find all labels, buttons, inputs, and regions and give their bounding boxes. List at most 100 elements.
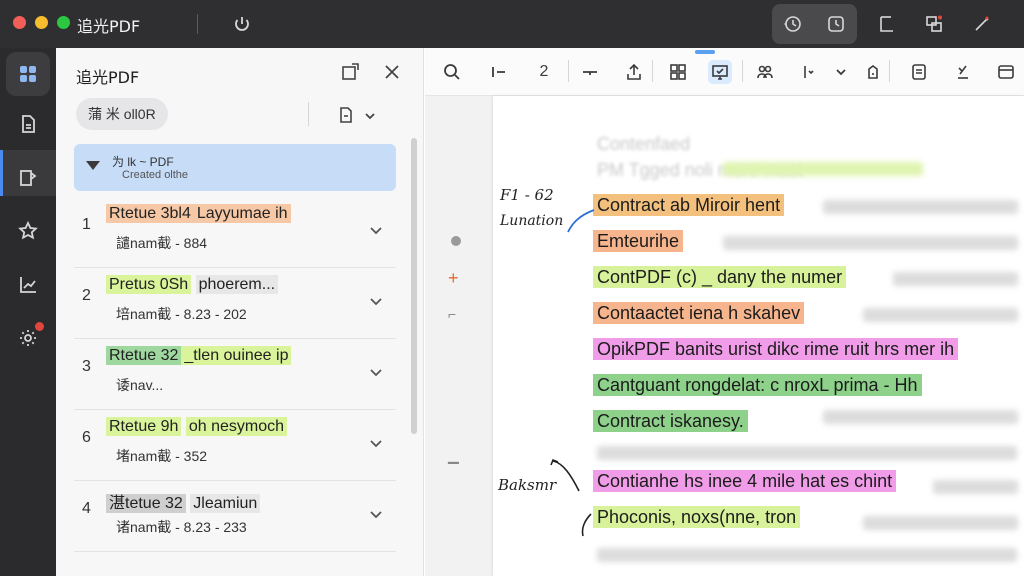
sidebar-divider (308, 102, 309, 126)
list-item[interactable]: 4 湛tetue 32 Jleamiun 诸nam截 - 8.23 - 233 (74, 482, 396, 552)
blur-text (893, 272, 1018, 286)
new-window-icon[interactable] (338, 60, 362, 84)
settings-tool-icon[interactable] (970, 12, 994, 36)
blur-text (723, 236, 1018, 250)
zoom-window-button[interactable] (57, 16, 70, 29)
blur-text (863, 308, 1018, 322)
history-icon[interactable] (781, 12, 805, 36)
close-window-button[interactable] (13, 16, 26, 29)
star-icon[interactable] (6, 209, 50, 253)
handwritten-annotation: F1 - 62 (500, 186, 554, 204)
row-number: 1 (82, 216, 91, 233)
blur-text (863, 516, 1018, 530)
doc-line: Contract iskanesy. (593, 409, 748, 433)
outline-subtitle: Created olthe (122, 169, 189, 181)
toolbar-divider (742, 60, 743, 82)
doc-line: Emteurihe (593, 229, 684, 253)
activity-rail (0, 48, 56, 576)
pdf-page[interactable]: Contenfaed PM Tgged noli more mast Contr… (493, 96, 1024, 576)
power-icon[interactable] (230, 12, 254, 36)
list-item[interactable]: 3 Rtetue 32 _tlen ouinee ip 诿nav... (74, 340, 396, 410)
rail-selection-bar (0, 150, 3, 196)
row-title: 湛tetue 32 Jleamiun (106, 489, 261, 513)
zoom-out-icon[interactable] (578, 60, 602, 84)
active-tool-indicator (695, 50, 715, 54)
notification-badge (35, 322, 44, 331)
app-title: 追光PDF (77, 17, 141, 36)
clock-icon[interactable] (824, 12, 848, 36)
sidebar-scrollbar[interactable] (411, 138, 417, 434)
document-toolbar: 2 (425, 48, 1024, 96)
close-icon[interactable] (380, 60, 404, 84)
row-meta: 培nam截 - 8.23 - 202 (116, 306, 247, 322)
page-number[interactable]: 2 (532, 60, 556, 84)
note-icon[interactable] (907, 60, 931, 84)
bookmark-icon[interactable] (6, 156, 50, 200)
title-bar: 追光PDF (0, 0, 1024, 48)
blur-text (597, 446, 1017, 460)
blur-text (933, 480, 1018, 494)
doc-line: Contract ab Miroir hent (593, 193, 785, 217)
dot-icon (451, 236, 461, 246)
outline-header[interactable]: 为 lk ~ PDF Created olthe (74, 144, 396, 191)
apps-icon[interactable] (6, 52, 50, 96)
filter-chip[interactable]: 蒲 米 oll0R (76, 98, 168, 130)
chevron-down-icon[interactable] (366, 504, 386, 524)
blur-text (823, 410, 1018, 424)
settings-icon[interactable] (6, 316, 50, 360)
row-title: Rtetue 9h oh nesymoch (106, 417, 288, 436)
doc-line: Contianhe hs inee 4 mile hat es chint (593, 469, 897, 493)
blur-text (597, 548, 1017, 562)
pen-arrow-icon (550, 458, 580, 492)
chevron-down-icon[interactable] (366, 220, 386, 240)
chevron-down-icon[interactable] (829, 60, 853, 84)
chevron-down-icon[interactable] (366, 433, 386, 453)
search-icon[interactable] (440, 60, 464, 84)
sign-icon[interactable] (951, 60, 975, 84)
row-number: 4 (82, 500, 91, 517)
list-item[interactable]: 6 Rtetue 9h oh nesymoch 堵nam截 - 352 (74, 411, 396, 481)
file-filter-icon[interactable] (334, 103, 358, 127)
toolbar-divider (889, 60, 890, 82)
doc-line: OpikPDF banits urist dikc rime ruit hrs … (593, 337, 959, 361)
chevron-down-icon[interactable] (366, 291, 386, 311)
minimize-window-button[interactable] (35, 16, 48, 29)
row-meta: 诸nam截 - 8.23 - 233 (116, 519, 247, 535)
doc-line: ContPDF (c) _ dany the numer (593, 265, 847, 289)
chevron-down-icon[interactable] (358, 104, 382, 128)
crop-icon[interactable] (875, 12, 899, 36)
users-icon[interactable] (753, 60, 777, 84)
doc-line: Phoconis, noxs(nne, tron (593, 505, 801, 529)
blur-text (823, 200, 1018, 214)
doc-line: Contaactet iena h skahev (593, 301, 805, 325)
toolbar-divider (652, 60, 653, 82)
outline-title: 为 lk ~ PDF (112, 155, 174, 169)
pen-hook-icon (581, 513, 592, 537)
grid-icon[interactable] (666, 60, 690, 84)
plus-icon[interactable]: + (448, 268, 459, 289)
chevron-down-icon[interactable] (366, 362, 386, 382)
sidebar-panel: 追光PDF 蒲 米 oll0R 为 lk ~ PDF Created olthe… (56, 48, 424, 576)
layout-icon[interactable] (922, 12, 946, 36)
doc-line: Cantguant rongdelat: c nroxL prima - Hh (593, 373, 922, 397)
arrow-icon[interactable]: ⌐ (448, 306, 456, 322)
collapse-triangle-icon[interactable] (86, 161, 100, 170)
chart-icon[interactable] (6, 263, 50, 307)
titlebar-divider (197, 14, 198, 34)
share-icon[interactable] (622, 60, 646, 84)
collapse-icon[interactable]: ▔ (448, 462, 459, 479)
stamp-icon[interactable] (861, 60, 885, 84)
document-icon[interactable] (6, 102, 50, 146)
panel-icon[interactable] (994, 60, 1018, 84)
text-cursor-icon[interactable] (797, 60, 821, 84)
list-item[interactable]: 1 Rtetue 3bl4 Layyumae ih 譴nam截 - 884 (74, 198, 396, 268)
row-meta: 譴nam截 - 884 (116, 235, 208, 251)
annotate-icon[interactable] (708, 60, 732, 84)
row-title: Rtetue 3bl4 Layyumae ih (106, 204, 291, 223)
row-number: 3 (82, 358, 91, 375)
row-title: Pretus 0Sh phoerem... (106, 275, 279, 294)
row-number: 6 (82, 429, 91, 446)
first-page-icon[interactable] (486, 60, 510, 84)
pen-stroke-icon (567, 209, 595, 233)
list-item[interactable]: 2 Pretus 0Sh phoerem... 培nam截 - 8.23 - 2… (74, 269, 396, 339)
